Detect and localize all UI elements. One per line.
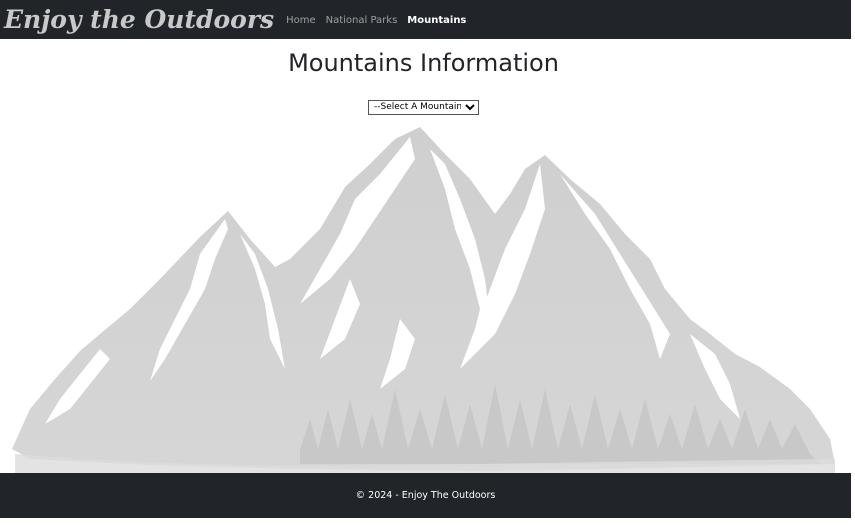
nav-link-mountains[interactable]: Mountains: [407, 15, 466, 26]
nav-link-national-parks[interactable]: National Parks: [326, 15, 398, 26]
nav-link-home[interactable]: Home: [286, 15, 316, 26]
mountain-range-illustration: [12, 127, 835, 473]
nav-links: Home National Parks Mountains: [286, 15, 476, 26]
page-title: Mountains Information: [288, 49, 559, 77]
main-content: Mountains Information --Select A Mountai…: [0, 39, 851, 473]
brand-logo[interactable]: Enjoy the Outdoors: [4, 5, 274, 34]
mountain-select[interactable]: --Select A Mountain--: [368, 99, 479, 115]
footer: © 2024 - Enjoy The Outdoors: [0, 473, 851, 518]
mountain-select-wrapper: --Select A Mountain--: [0, 94, 847, 115]
navbar: Enjoy the Outdoors Home National Parks M…: [0, 0, 851, 39]
footer-copyright: © 2024 - Enjoy The Outdoors: [355, 490, 496, 501]
